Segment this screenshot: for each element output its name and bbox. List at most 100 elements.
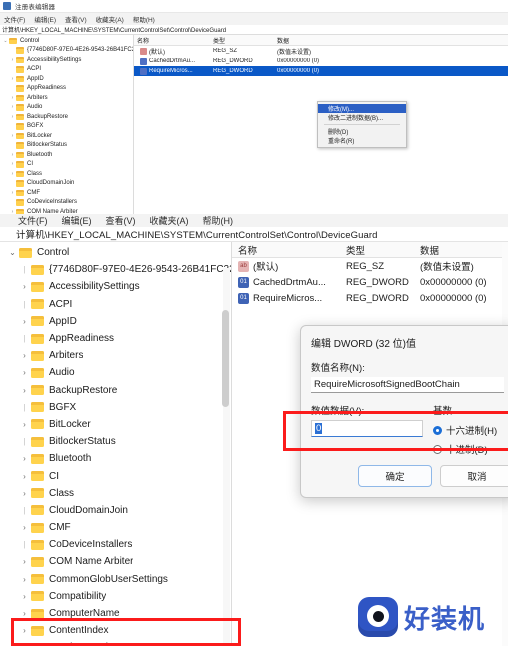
tree-item[interactable]: › Bluetooth	[0, 450, 231, 467]
registry-tree-rows[interactable]: ⌄ Control | {7746D80F-97E0-4E26-9543-26B41F…	[0, 244, 231, 646]
chevron-right-icon[interactable]: ›	[18, 454, 31, 463]
main-menu-view[interactable]: 查看(V)	[106, 214, 136, 227]
small-tree-item[interactable]: › Audio	[0, 103, 133, 113]
chevron-right-icon[interactable]: ›	[18, 489, 31, 498]
chevron-right-icon[interactable]: ›	[9, 95, 16, 101]
menu-file[interactable]: 文件(F)	[4, 14, 25, 24]
menu-favorites[interactable]: 收藏夹(A)	[96, 14, 124, 24]
tree-item[interactable]: | BGFX	[0, 399, 231, 416]
small-tree-item[interactable]: › Class	[0, 169, 133, 179]
main-menu-help[interactable]: 帮助(H)	[203, 214, 234, 227]
tree-item[interactable]: ›CrashControl	[0, 639, 231, 646]
tree-item[interactable]: › CommonGlobUserSettings	[0, 571, 231, 588]
small-values-pane[interactable]: 名称 类型 数据 (默认) REG_SZ (数值未设置) CachedDrtmAu..…	[134, 35, 508, 214]
small-tree-item[interactable]: › AccessibilitySettings	[0, 55, 133, 65]
chevron-right-icon[interactable]: ›	[18, 592, 31, 601]
small-window-address-bar[interactable]: 计算机\HKEY_LOCAL_MACHINE\SYSTEM\CurrentCon…	[0, 25, 508, 35]
value-context-menu[interactable]: 修改(M)... 修改二进制数据(B)... 删除(D) 重命名(R)	[317, 101, 407, 148]
chevron-right-icon[interactable]: ›	[9, 104, 16, 110]
small-tree-item[interactable]: › Bluetooth	[0, 150, 133, 160]
main-menu-file[interactable]: 文件(F)	[18, 214, 48, 227]
small-tree-item[interactable]: CoDeviceInstallers	[0, 198, 133, 208]
radio-hexadecimal[interactable]: 十六进制(H)	[433, 423, 508, 437]
small-value-row[interactable]: CachedDrtmAu... REG_DWORD 0x00000000 (0)	[134, 56, 508, 66]
value-row[interactable]: 01 CachedDrtmAu... REG_DWORD 0x00000000 (0)	[232, 274, 508, 290]
small-tree-item[interactable]: › Arbiters	[0, 93, 133, 103]
context-menu-item[interactable]: 修改二进制数据(B)...	[318, 113, 406, 122]
context-menu-item[interactable]: 删除(D)	[318, 127, 406, 136]
tree-item[interactable]: | ACPI	[0, 296, 231, 313]
tree-item[interactable]: | CloudDomainJoin	[0, 502, 231, 519]
tree-item[interactable]: › Arbiters	[0, 347, 231, 364]
tree-item[interactable]: ⌄ Control	[0, 244, 231, 261]
context-menu-item[interactable]: 修改(M)...	[318, 104, 406, 113]
small-tree-item[interactable]: {7746D80F-97E0-4E26-9543-26B41FC22F79}	[0, 46, 133, 56]
menu-edit[interactable]: 编辑(E)	[34, 14, 56, 24]
small-window-menubar[interactable]: 文件(F) 编辑(E) 查看(V) 收藏夹(A) 帮助(H)	[0, 13, 508, 25]
chevron-right-icon[interactable]: ›	[18, 575, 31, 584]
value-row[interactable]: ab (默认) REG_SZ (数值未设置)	[232, 258, 508, 274]
small-tree-item[interactable]: ⌄ Control	[0, 36, 133, 46]
chevron-right-icon[interactable]: ›	[18, 626, 31, 635]
small-value-row[interactable]: (默认) REG_SZ (数值未设置)	[134, 46, 508, 56]
tree-item[interactable]: › BackupRestore	[0, 382, 231, 399]
tree-item[interactable]: › COM Name Arbiter	[0, 553, 231, 570]
small-tree-item[interactable]: CloudDomainJoin	[0, 179, 133, 189]
small-tree-item[interactable]: BGFX	[0, 122, 133, 132]
chevron-right-icon[interactable]: ⌄	[2, 38, 9, 44]
small-tree-item[interactable]: › BitLocker	[0, 131, 133, 141]
small-tree-item[interactable]: AppReadiness	[0, 84, 133, 94]
small-values-list[interactable]: (默认) REG_SZ (数值未设置) CachedDrtmAu... REG_DWOR…	[134, 46, 508, 76]
chevron-right-icon[interactable]: ›	[18, 523, 31, 532]
chevron-right-icon[interactable]: ›	[9, 76, 16, 82]
chevron-right-icon[interactable]: ›	[9, 152, 16, 158]
tree-scrollbar[interactable]	[222, 268, 230, 644]
tree-item[interactable]: › CMF	[0, 519, 231, 536]
small-tree-item[interactable]: › COM Name Arbiter	[0, 207, 133, 214]
menu-view[interactable]: 查看(V)	[65, 14, 87, 24]
chevron-right-icon[interactable]: ›	[9, 171, 16, 177]
menu-help[interactable]: 帮助(H)	[133, 14, 155, 24]
chevron-right-icon[interactable]: ›	[9, 190, 16, 196]
tree-item[interactable]: | AppReadiness	[0, 330, 231, 347]
chevron-right-icon[interactable]: ›	[18, 472, 31, 481]
tree-item[interactable]: | BitlockerStatus	[0, 433, 231, 450]
chevron-right-icon[interactable]: ›	[18, 282, 31, 291]
chevron-right-icon[interactable]: ›	[9, 161, 16, 167]
value-name-input[interactable]: RequireMicrosoftSignedBootChain	[311, 377, 504, 393]
tree-item[interactable]: › Class	[0, 485, 231, 502]
tree-item[interactable]: › CI	[0, 467, 231, 484]
values-list[interactable]: ab (默认) REG_SZ (数值未设置) 01 CachedDrtmAu... REG_…	[232, 258, 508, 306]
tree-item[interactable]: › AccessibilitySettings	[0, 278, 231, 295]
context-menu-item[interactable]: 重命名(R)	[318, 136, 406, 145]
small-tree-item[interactable]: › CI	[0, 160, 133, 170]
tree-item[interactable]: › BitLocker	[0, 416, 231, 433]
value-row[interactable]: 01 RequireMicros... REG_DWORD 0x00000000 (0…	[232, 290, 508, 306]
main-window-address-bar[interactable]: 计算机\HKEY_LOCAL_MACHINE\SYSTEM\CurrentCon…	[0, 227, 508, 242]
chevron-right-icon[interactable]: ›	[18, 420, 31, 429]
chevron-right-icon[interactable]: ›	[9, 57, 16, 63]
small-registry-tree[interactable]: ⌄ Control {7746D80F-97E0-4E26-9543-26B41FC…	[0, 35, 134, 214]
tree-item[interactable]: › ComputerName	[0, 605, 231, 622]
ok-button[interactable]: 确定	[358, 465, 432, 487]
chevron-right-icon[interactable]: ›	[9, 114, 16, 120]
main-menu-favorites[interactable]: 收藏夹(A)	[150, 214, 189, 227]
chevron-right-icon[interactable]: ›	[9, 133, 16, 139]
main-menu-edit[interactable]: 编辑(E)	[62, 214, 92, 227]
tree-item[interactable]: | CoDeviceInstallers	[0, 536, 231, 553]
small-tree-item[interactable]: › CMF	[0, 188, 133, 198]
main-window-menubar[interactable]: 文件(F) 编辑(E) 查看(V) 收藏夹(A) 帮助(H)	[0, 214, 508, 227]
value-data-input[interactable]: 0	[311, 420, 423, 437]
tree-item[interactable]: | {7746D80F-97E0-4E26-9543-26B41FC22F79}	[0, 261, 231, 278]
tree-item[interactable]: › AppID	[0, 313, 231, 330]
chevron-right-icon[interactable]: ›	[18, 609, 31, 618]
tree-item[interactable]: › Compatibility	[0, 588, 231, 605]
registry-tree[interactable]: ⌄ Control | {7746D80F-97E0-4E26-9543-26B41F…	[0, 242, 232, 646]
chevron-right-icon[interactable]: ⌄	[6, 248, 19, 257]
small-value-row[interactable]: RequireMicros... REG_DWORD 0x00000000 (0)	[134, 66, 508, 76]
tree-item[interactable]: › Audio	[0, 364, 231, 381]
tree-item[interactable]: › ContentIndex	[0, 622, 231, 639]
small-tree-item[interactable]: › BackupRestore	[0, 112, 133, 122]
small-tree-item[interactable]: ACPI	[0, 65, 133, 75]
chevron-right-icon[interactable]: ›	[18, 557, 31, 566]
